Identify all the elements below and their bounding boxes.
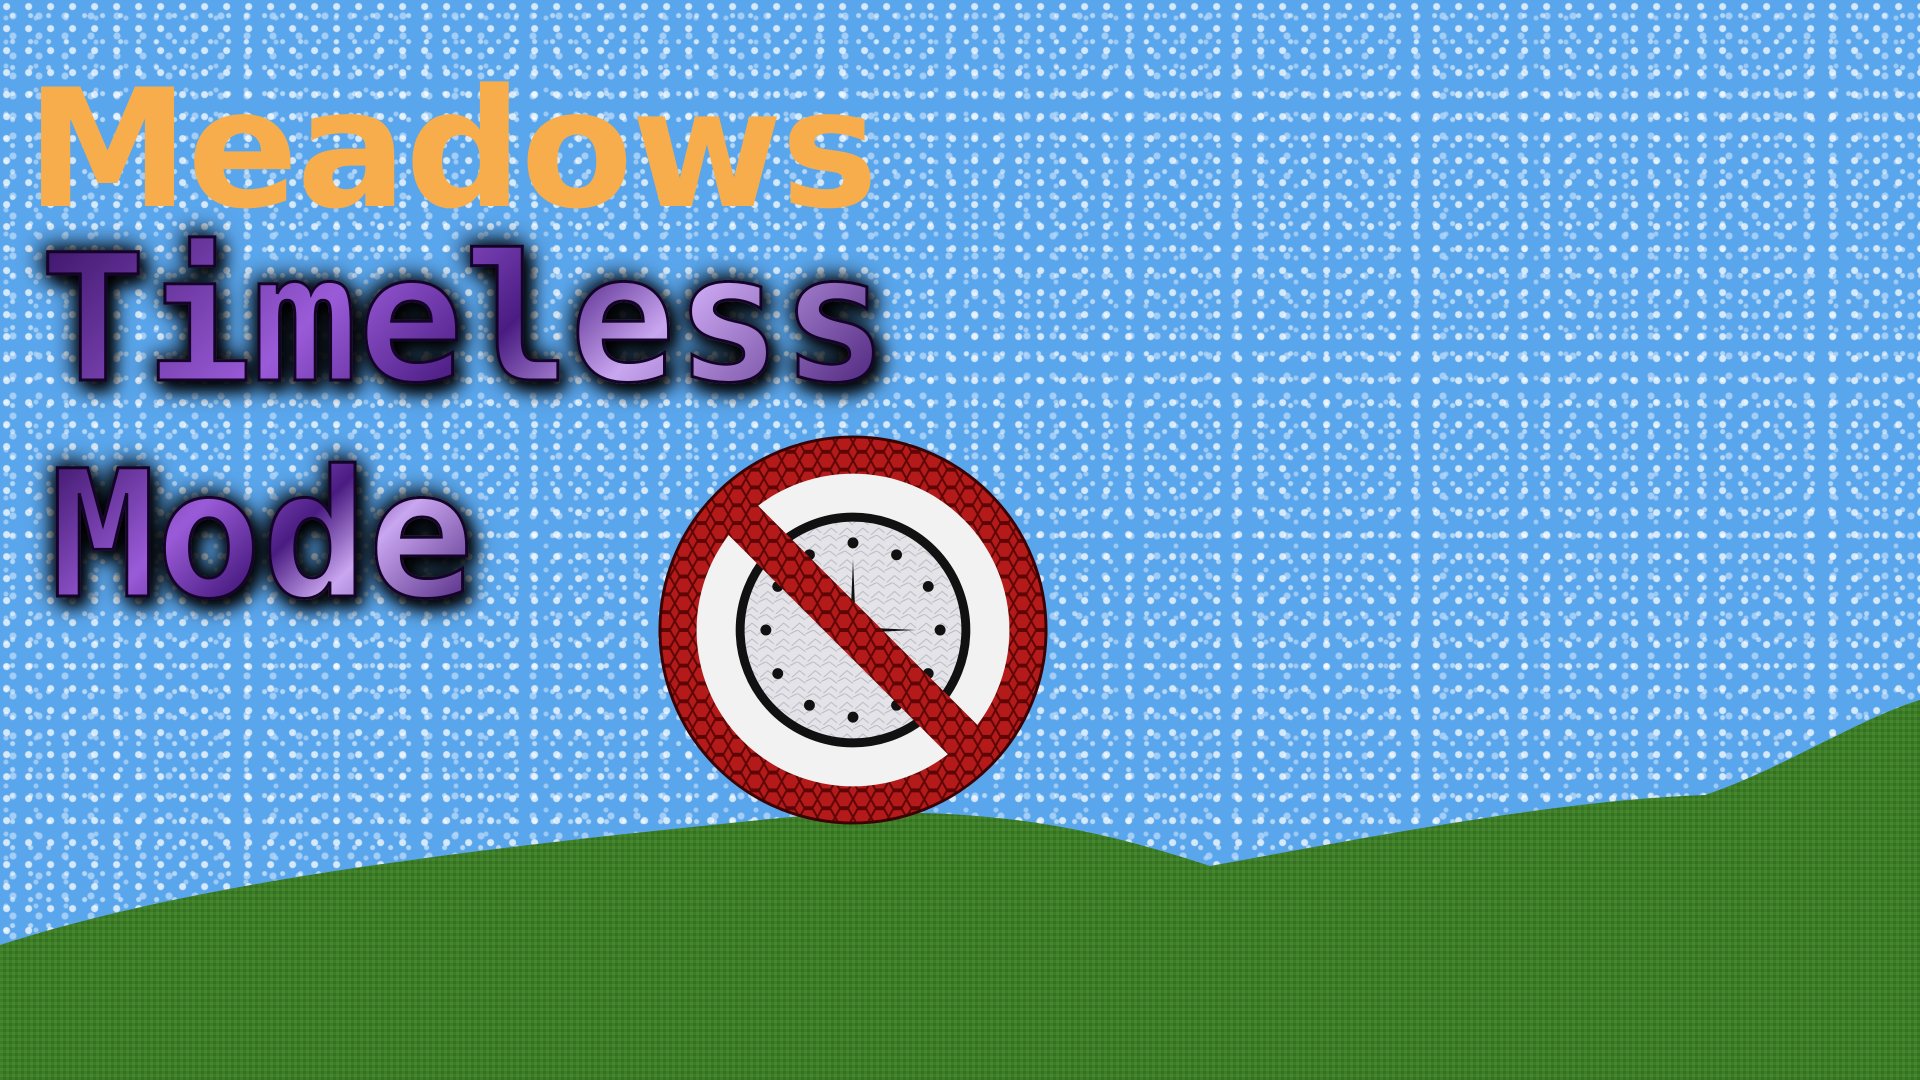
no-clock-icon xyxy=(658,435,1048,825)
mode-title-line-1: Timeless xyxy=(39,217,890,422)
game-title: Meadows xyxy=(26,54,878,245)
mode-title-line-2: Mode xyxy=(49,433,476,638)
